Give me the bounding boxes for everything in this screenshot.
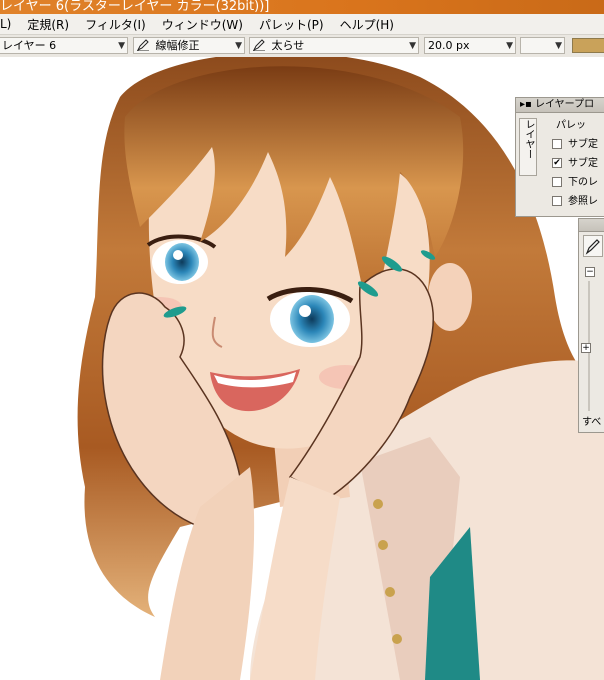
option-row[interactable]: ✔ サブ定	[542, 154, 604, 173]
all-label: すべ	[582, 417, 602, 428]
drawing-canvas[interactable]	[0, 57, 604, 680]
checkbox[interactable]	[552, 177, 562, 187]
layer-property-panel: ▸▪ レイヤープロ レイヤー パレッ サブ定 ✔ サブ定 下のレ 参照レ	[515, 97, 604, 217]
palette-tab[interactable]: パレッ	[542, 116, 604, 135]
chevron-down-icon: ▼	[118, 41, 125, 51]
line-correction-select[interactable]: 線幅修正 ▼	[133, 37, 245, 54]
right-eye-highlight	[299, 305, 311, 317]
extra-select[interactable]: ▼	[520, 37, 565, 54]
window-title: レイヤー 6(ラスターレイヤー カラー(32bit))]	[0, 0, 270, 14]
title-bar: レイヤー 6(ラスターレイヤー カラー(32bit))]	[0, 0, 604, 14]
ear	[428, 263, 472, 331]
tool-options-bar: レイヤー 6 ▼ 線幅修正 ▼ 太らせ ▼ 20.0 px ▼ ▼	[0, 35, 604, 58]
menu-item-ruler[interactable]: 定規(R)	[19, 16, 77, 33]
panel-header[interactable]	[579, 219, 604, 232]
option-label: サブ定	[568, 158, 598, 169]
layer-select[interactable]: レイヤー 6 ▼	[0, 37, 128, 54]
checkbox[interactable]	[552, 139, 562, 149]
layer-select-value: レイヤー 6	[2, 39, 57, 52]
chevron-down-icon: ▼	[235, 41, 242, 51]
shirt-button	[373, 499, 383, 509]
illustration	[77, 57, 604, 680]
brush-size-field[interactable]: 20.0 px ▼	[424, 37, 516, 54]
menu-item-filter[interactable]: フィルタ(I)	[77, 16, 154, 33]
checkmark-icon: ✔	[553, 158, 561, 168]
menu-item-help[interactable]: ヘルプ(H)	[332, 16, 402, 33]
pen-tool-button[interactable]	[583, 235, 603, 257]
menu-bar: L) 定規(R) フィルタ(I) ウィンドウ(W) パレット(P) ヘルプ(H)	[0, 14, 604, 35]
left-eye-iris	[165, 243, 199, 281]
shirt-button	[392, 634, 402, 644]
option-label: 下のレ	[568, 177, 598, 188]
line-correction-value: 線幅修正	[155, 39, 200, 52]
menu-item-palette[interactable]: パレット(P)	[251, 16, 332, 33]
layer-property-title: レイヤープロ	[534, 99, 595, 110]
color-swatch[interactable]	[572, 38, 604, 53]
pen-icon	[137, 39, 149, 51]
increase-button[interactable]: +	[581, 343, 591, 353]
pen-icon	[585, 239, 600, 255]
option-row[interactable]: 参照レ	[542, 192, 604, 211]
panel-grip-icon: ▸▪	[520, 99, 532, 110]
layer-side-tab[interactable]: レイヤー	[519, 118, 537, 176]
brush-size-panel: − + すべ	[578, 218, 604, 433]
option-label: サブ定	[568, 139, 598, 150]
left-eye-highlight	[173, 250, 183, 260]
chevron-down-icon: ▼	[555, 41, 562, 51]
option-row[interactable]: 下のレ	[542, 173, 604, 192]
chevron-down-icon: ▼	[409, 41, 416, 51]
thicken-value: 太らせ	[271, 39, 305, 52]
checkbox[interactable]: ✔	[552, 158, 562, 168]
palette-tab-label: パレッ	[556, 120, 586, 131]
layer-property-header[interactable]: ▸▪ レイヤープロ	[516, 98, 604, 113]
shirt-button	[378, 540, 388, 550]
shirt-button	[385, 587, 395, 597]
layer-side-tab-label: レイヤー	[523, 119, 534, 159]
thicken-select[interactable]: 太らせ ▼	[249, 37, 419, 54]
decrease-button[interactable]: −	[585, 267, 595, 277]
layer-property-list: パレッ サブ定 ✔ サブ定 下のレ 参照レ	[542, 116, 604, 211]
checkbox[interactable]	[552, 196, 562, 206]
menu-item-layer[interactable]: L)	[0, 17, 19, 31]
menu-item-window[interactable]: ウィンドウ(W)	[154, 16, 251, 33]
pen-icon	[253, 39, 265, 51]
option-label: 参照レ	[568, 196, 598, 207]
option-row[interactable]: サブ定	[542, 135, 604, 154]
right-eye-iris	[290, 295, 334, 343]
brush-size-value: 20.0 px	[428, 39, 470, 52]
chevron-down-icon: ▼	[506, 41, 513, 51]
